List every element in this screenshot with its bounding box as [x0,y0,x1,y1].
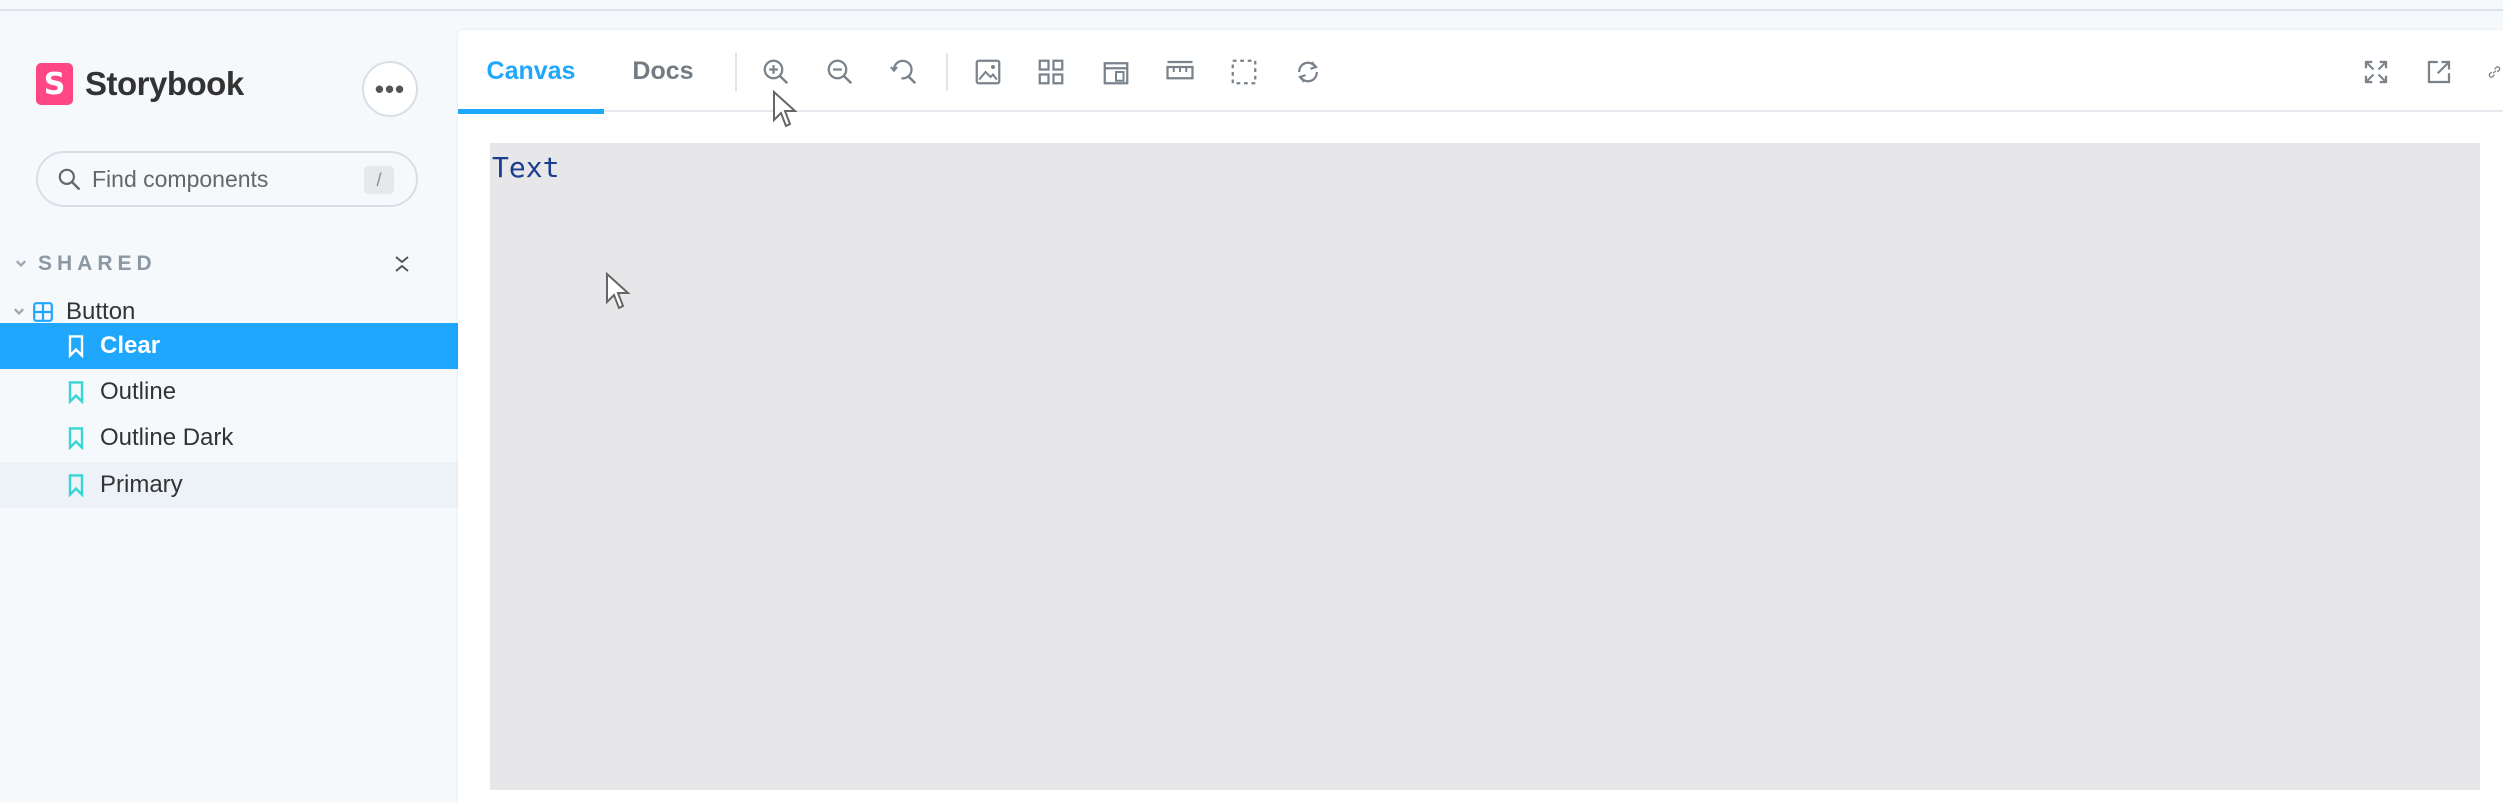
zoom-reset-button[interactable] [886,54,922,90]
toolbar-divider [735,53,737,91]
tab-canvas[interactable]: Canvas [458,30,604,114]
viewport-button[interactable] [1098,54,1134,90]
story-item-outline-dark[interactable]: Outline Dark [0,415,458,461]
open-new-tab-icon [2427,60,2451,84]
bookmark-icon [68,474,84,497]
outline-icon [1231,59,1257,85]
storybook-logo: S [36,63,73,105]
search-box[interactable]: / [36,151,418,207]
caret-down-icon [14,308,24,315]
zoom-in-button[interactable] [758,54,794,90]
copy-link-icon [2488,66,2501,78]
brand-name: Storybook [85,65,244,102]
bookmark-icon [68,335,84,358]
addons-panel-edge [458,790,2503,803]
remount-icon [1298,61,1318,83]
story-label: Clear [100,332,161,359]
zoom-out-button[interactable] [822,54,858,90]
toolbar: Canvas Docs [458,30,2503,114]
measure-icon [1166,60,1194,80]
fullscreen-button[interactable] [2358,54,2394,90]
bookmark-icon [68,427,84,450]
story-item-outline[interactable]: Outline [0,369,458,415]
copy-link-button[interactable] [2486,54,2503,90]
background-icon [975,59,1001,85]
outline-button[interactable] [1226,54,1262,90]
search-input[interactable] [92,165,342,193]
component-icon [33,302,53,322]
search-icon [58,168,80,190]
section-label: SHARED [38,252,157,275]
preview-canvas[interactable]: Text [490,143,2480,803]
component-label: Button [66,298,136,325]
story-label: Outline [100,378,177,405]
search-shortcut-key: / [364,166,394,194]
section-header-shared[interactable]: SHARED [14,249,414,279]
toolbar-divider [946,53,948,91]
story-label: Primary [100,471,183,498]
bookmark-icon [68,381,84,404]
mouse-cursor-icon [606,272,631,310]
story-item-primary[interactable]: Primary [0,462,458,508]
main-panel: Canvas Docs Text [458,30,2503,803]
caret-down-icon [16,260,26,267]
zoom-out-icon [827,59,853,85]
background-button[interactable] [970,54,1006,90]
zoom-reset-icon [890,59,917,85]
more-options-button[interactable]: ••• [362,61,418,117]
tab-docs[interactable]: Docs [604,30,722,112]
preview-text: Text [492,151,560,184]
mouse-cursor-icon [773,90,798,128]
open-new-tab-button[interactable] [2421,54,2457,90]
grid-icon [1038,59,1064,85]
brand[interactable]: S Storybook [36,58,244,110]
zoom-in-icon [763,59,789,85]
story-label: Outline Dark [100,424,234,451]
measure-button[interactable] [1162,54,1198,90]
viewport-icon [1103,62,1129,85]
sidebar: S Storybook ••• / SHARED Button [0,11,458,803]
fullscreen-icon [2364,60,2388,84]
grid-button[interactable] [1033,54,1069,90]
remount-button[interactable] [1290,54,1326,90]
collapse-all-icon[interactable] [390,249,414,279]
story-item-clear[interactable]: Clear [0,323,458,369]
